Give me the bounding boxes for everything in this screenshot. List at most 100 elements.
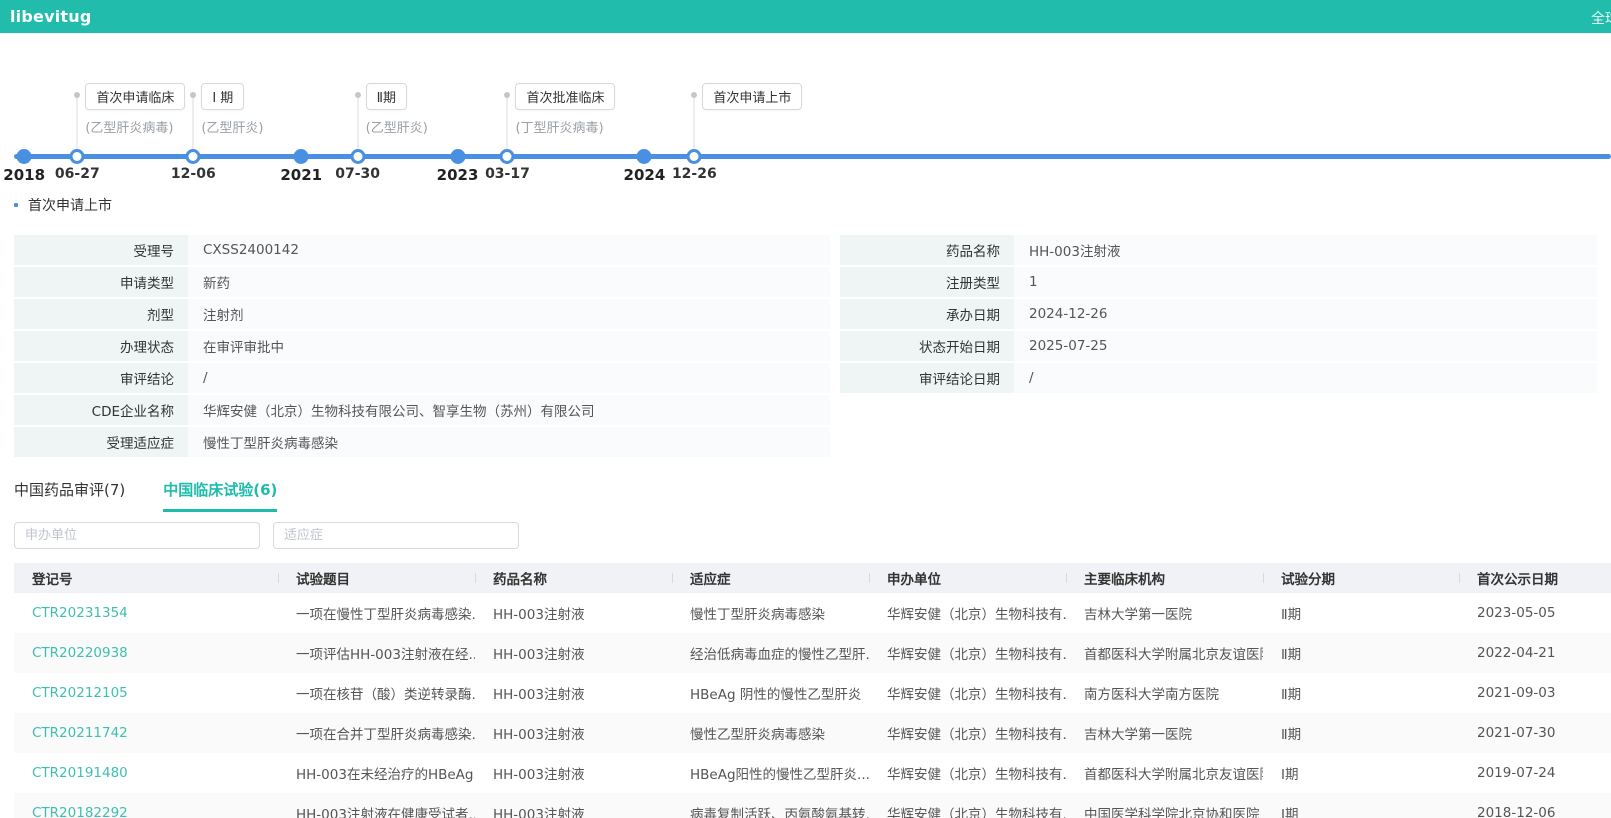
details-label: 审评结论	[14, 363, 188, 393]
trials-table: 登记号试验题目药品名称适应症申办单位主要临床机构试验分期首次公示日期 CTR20…	[14, 563, 1611, 818]
timeline-year-label: 2024	[624, 166, 666, 184]
table-cell: 南方医科大学南方医院	[1066, 683, 1263, 703]
brand-logo: libevitug	[10, 7, 91, 26]
table-row: CTR20182292HH-003注射液在健康受试者...HH-003注射液病毒…	[14, 793, 1611, 818]
table-row: CTR20211742一项在合并丁型肝炎病毒感染...HH-003注射液慢性乙型…	[14, 713, 1611, 753]
table-cell: 吉林大学第一医院	[1066, 603, 1263, 623]
timeline-node-event[interactable]	[687, 149, 702, 164]
table-cell: 首都医科大学附属北京友谊医院	[1066, 643, 1263, 663]
timeline-connector-line	[694, 97, 695, 152]
table-header-row: 登记号试验题目药品名称适应症申办单位主要临床机构试验分期首次公示日期	[14, 563, 1611, 593]
column-header: 申办单位	[869, 568, 1066, 588]
indication-filter-input[interactable]	[273, 522, 519, 549]
column-header: 登记号	[14, 568, 278, 588]
tab-china-drug-review[interactable]: 中国药品审评(7)	[14, 479, 125, 512]
details-row: CDE企业名称华辉安健（北京）生物科技有限公司、智享生物（苏州）有限公司	[14, 395, 830, 425]
timeline-date-label: 12-26	[672, 166, 717, 182]
table-cell: 华辉安健（北京）生物科技有...	[869, 643, 1066, 663]
table-cell: 华辉安健（北京）生物科技有...	[869, 803, 1066, 818]
details-row: 受理适应症慢性丁型肝炎病毒感染	[14, 427, 830, 457]
details-label: 受理号	[14, 235, 188, 265]
details-row: 状态开始日期2025-07-25	[840, 331, 1597, 361]
details-value: 新药	[188, 267, 830, 297]
milestone-label: 首次批准临床	[515, 83, 615, 110]
milestone-subtitle: (乙型肝炎)	[201, 117, 263, 136]
table-cell: 2021-09-03	[1459, 685, 1611, 701]
details-value: 2025-07-25	[1014, 331, 1597, 361]
details-value: 1	[1014, 267, 1597, 297]
table-cell: 2019-07-24	[1459, 765, 1611, 781]
timeline-node-year	[17, 149, 32, 164]
table-cell: 中国医学科学院北京协和医院	[1066, 803, 1263, 818]
details-row: 注册类型1	[840, 267, 1597, 297]
column-header: 试验题目	[278, 568, 475, 588]
table-cell: 一项在合并丁型肝炎病毒感染...	[278, 723, 475, 743]
registration-number-link[interactable]: CTR20211742	[14, 725, 278, 741]
sponsor-filter-input[interactable]	[14, 522, 260, 549]
timeline-connector-dot-icon	[190, 92, 196, 98]
timeline-connector-line	[77, 97, 78, 152]
registration-number-link[interactable]: CTR20191480	[14, 765, 278, 781]
registration-number-link[interactable]: CTR20231354	[14, 605, 278, 621]
table-cell: HH-003注射液	[475, 803, 672, 818]
table-cell: 华辉安健（北京）生物科技有...	[869, 763, 1066, 783]
milestone-label: Ⅰ 期	[201, 83, 244, 110]
column-header: 适应症	[672, 568, 869, 588]
app-header: libevitug 全球	[0, 0, 1611, 33]
timeline-year-label: 2023	[437, 166, 479, 184]
timeline-node-event[interactable]	[186, 149, 201, 164]
details-value: 华辉安健（北京）生物科技有限公司、智享生物（苏州）有限公司	[188, 395, 830, 425]
timeline-connector-line	[193, 97, 194, 152]
table-cell: Ⅱ期	[1263, 643, 1459, 663]
table-cell: 2021-07-30	[1459, 725, 1611, 741]
timeline-year-label: 2021	[280, 166, 322, 184]
details-row: 剂型注射剂	[14, 299, 830, 329]
table-cell: HBeAg阳性的慢性乙型肝炎...	[672, 763, 869, 783]
bullet-icon	[14, 203, 18, 207]
table-row: CTR20231354一项在慢性丁型肝炎病毒感染...HH-003注射液慢性丁型…	[14, 593, 1611, 633]
table-cell: 慢性丁型肝炎病毒感染	[672, 603, 869, 623]
details-label: 药品名称	[840, 235, 1014, 265]
table-cell: 华辉安健（北京）生物科技有...	[869, 683, 1066, 703]
table-cell: 一项在核苷（酸）类逆转录酶...	[278, 683, 475, 703]
details-label: 受理适应症	[14, 427, 188, 457]
table-row: CTR20212105一项在核苷（酸）类逆转录酶...HH-003注射液HBeA…	[14, 673, 1611, 713]
nav-link-global[interactable]: 全球	[1591, 8, 1611, 28]
details-label: CDE企业名称	[14, 395, 188, 425]
registration-number-link[interactable]: CTR20212105	[14, 685, 278, 701]
table-cell: HH-003注射液	[475, 683, 672, 703]
details-label: 状态开始日期	[840, 331, 1014, 361]
section-title: 首次申请上市	[14, 195, 1611, 215]
registration-number-link[interactable]: CTR20182292	[14, 805, 278, 818]
tab-china-clinical-trials[interactable]: 中国临床试验(6)	[163, 479, 277, 512]
details-value: 在审评审批中	[188, 331, 830, 361]
table-cell: 吉林大学第一医院	[1066, 723, 1263, 743]
details-row: 审评结论/	[14, 363, 830, 393]
details-table-right: 药品名称HH-003注射液注册类型1承办日期2024-12-26状态开始日期20…	[840, 235, 1597, 395]
timeline-connector-line	[357, 97, 358, 152]
details-value: HH-003注射液	[1014, 235, 1597, 265]
details-label: 申请类型	[14, 267, 188, 297]
details-row: 受理号CXSS2400142	[14, 235, 830, 265]
table-cell: 经治低病毒血症的慢性乙型肝...	[672, 643, 869, 663]
timeline-node-event[interactable]	[500, 149, 515, 164]
details-value: CXSS2400142	[188, 235, 830, 265]
timeline-date-label: 07-30	[335, 166, 380, 182]
timeline-node-event[interactable]	[350, 149, 365, 164]
timeline-axis	[14, 154, 1611, 159]
table-cell: HBeAg 阴性的慢性乙型肝炎	[672, 683, 869, 703]
table-cell: HH-003注射液	[475, 723, 672, 743]
table-cell: 一项在慢性丁型肝炎病毒感染...	[278, 603, 475, 623]
column-header: 首次公示日期	[1459, 568, 1611, 588]
table-cell: 首都医科大学附属北京友谊医院	[1066, 763, 1263, 783]
column-header: 药品名称	[475, 568, 672, 588]
details-table-left: 受理号CXSS2400142申请类型新药剂型注射剂办理状态在审评审批中审评结论/…	[14, 235, 830, 459]
details-label: 办理状态	[14, 331, 188, 361]
details-row: 药品名称HH-003注射液	[840, 235, 1597, 265]
timeline-node-event[interactable]	[70, 149, 85, 164]
timeline-node-year	[294, 149, 309, 164]
column-header: 主要临床机构	[1066, 568, 1263, 588]
registration-number-link[interactable]: CTR20220938	[14, 645, 278, 661]
milestone-subtitle: (丁型肝炎病毒)	[515, 117, 603, 136]
details-row: 审评结论日期/	[840, 363, 1597, 393]
